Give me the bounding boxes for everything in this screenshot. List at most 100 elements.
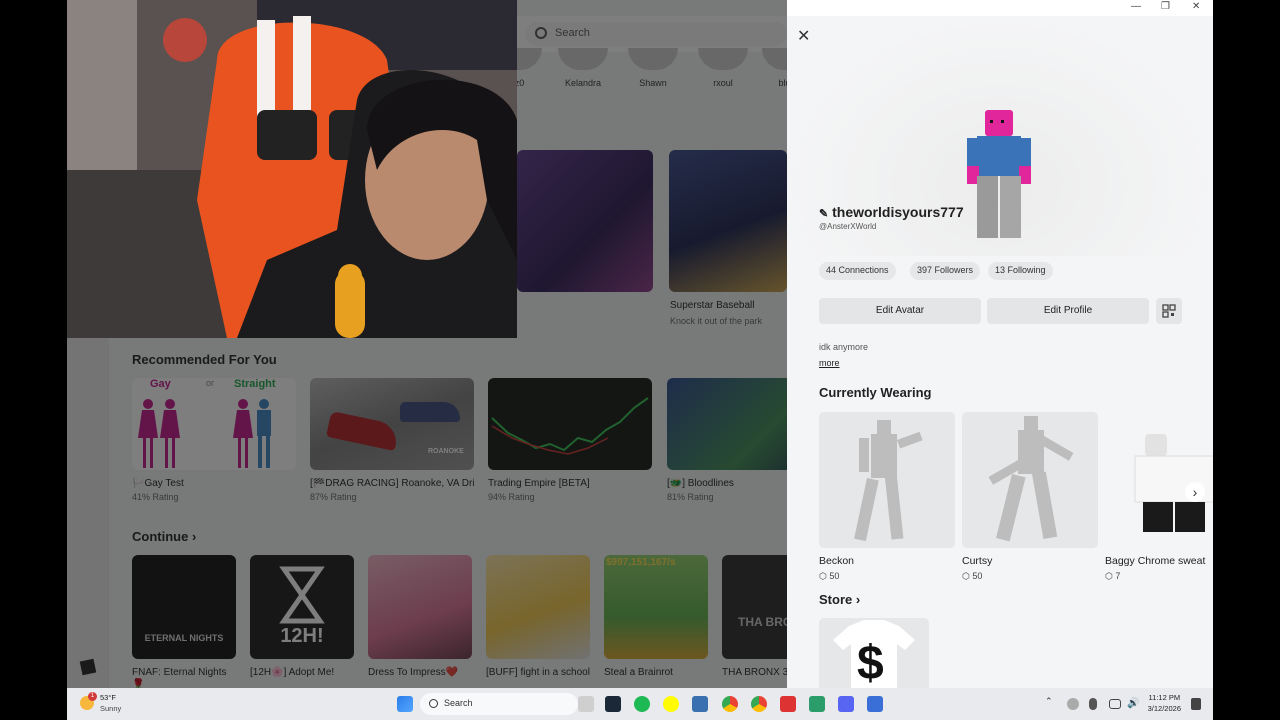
store-heading-label: Store [819, 592, 853, 607]
friend-name: rxoul [713, 78, 733, 88]
clock-date: 3/12/2026 [1147, 704, 1181, 713]
game-name: [BUFF] fight in a school [486, 667, 590, 678]
continue-card[interactable]: 12H! [12H🌸] Adopt Me! [250, 555, 354, 679]
search-icon [429, 699, 438, 708]
store-item[interactable]: $ [819, 618, 929, 688]
thumb-car [326, 411, 400, 451]
store-item-glyph: $ [857, 637, 884, 688]
continue-card[interactable]: ETERNAL NIGHTS FNAF: Eternal Nights 🌹 [132, 555, 236, 688]
steam-icon[interactable] [605, 696, 621, 712]
friend-name: Shawn [639, 78, 667, 88]
featured-game-tile[interactable] [517, 150, 653, 292]
calculator-icon[interactable] [692, 696, 708, 712]
recommended-heading: Recommended For You [132, 352, 277, 367]
currently-wearing-heading: Currently Wearing [819, 385, 932, 400]
snapchat-icon[interactable] [663, 696, 679, 712]
item-price-value: 50 [829, 571, 840, 581]
spotify-icon[interactable] [634, 696, 650, 712]
game-card[interactable]: Trading Empire [BETA] 94% Rating [488, 378, 652, 502]
friend-avatar [558, 48, 608, 70]
featured-game-subtitle: Knock it out of the park [670, 316, 763, 326]
bio-more-link[interactable]: more [819, 358, 840, 368]
network-icon[interactable] [1109, 699, 1121, 709]
edit-profile-button[interactable]: Edit Profile [987, 298, 1149, 324]
desktop-screen: Search ez0 Kelandra Shawn rxoul blue Sup… [0, 0, 1280, 720]
robux-icon: ⬡ [962, 571, 970, 581]
profile-username: ✎ theworldisyours777 [819, 204, 964, 220]
taskbar-clock[interactable]: 11:12 PM 3/12/2026 [1148, 692, 1181, 714]
game-card[interactable]: Gay or Straight 🏳️Gay Test 41% Rating [132, 378, 296, 502]
game-thumbnail [488, 378, 652, 470]
start-button[interactable] [397, 696, 413, 712]
maximize-button[interactable]: ❐ [1161, 1, 1170, 12]
avatar-figure [967, 110, 1031, 238]
continue-card[interactable]: [BUFF] fight in a school [486, 555, 590, 679]
continue-heading[interactable]: Continue › [132, 529, 196, 544]
game-thumbnail: ETERNAL NIGHTS [132, 555, 236, 659]
item-price: ⬡ 7 [1105, 571, 1213, 582]
app-icon[interactable] [809, 696, 825, 712]
emote-silhouette [854, 420, 923, 542]
pencil-icon[interactable]: ✎ [819, 208, 828, 220]
item-price: ⬡ 50 [819, 571, 955, 582]
webcam-image [67, 0, 517, 338]
friend-name: Kelandra [564, 78, 602, 88]
friend-item[interactable]: rxoul [693, 48, 753, 88]
wearing-item[interactable]: Curtsy ⬡ 50 [962, 412, 1098, 582]
item-name: Baggy Chrome sweat [1105, 555, 1206, 567]
connections-row: ez0 Kelandra Shawn rxoul blue [487, 48, 812, 88]
minimize-button[interactable]: — [1131, 1, 1141, 12]
game-name: Dress To Impress❤️ [368, 667, 459, 678]
continue-card[interactable]: Dress To Impress❤️ [368, 555, 472, 679]
connections-pill[interactable]: 44 Connections [819, 262, 896, 280]
game-rating: 41% Rating [132, 492, 179, 502]
carousel-next-button[interactable]: › [1185, 482, 1205, 502]
sync-icon[interactable] [1067, 698, 1079, 710]
discord-icon[interactable] [838, 696, 854, 712]
weather-temp: 53°F [100, 693, 116, 702]
roblox-taskbar-icon[interactable] [867, 696, 883, 712]
edit-avatar-button[interactable]: Edit Avatar [819, 298, 981, 324]
search-input[interactable]: Search [525, 22, 787, 46]
item-name: Curtsy [962, 555, 993, 567]
notification-bell-icon[interactable] [1191, 698, 1201, 710]
close-icon[interactable]: ✕ [797, 26, 810, 46]
game-thumbnail [368, 555, 472, 659]
avatar-stage [787, 16, 1213, 256]
task-view-icon[interactable] [578, 696, 594, 712]
item-price-value: 50 [972, 571, 983, 581]
wearing-item[interactable]: › Baggy Chrome sweat ⬡ 7 [1105, 412, 1213, 582]
game-card[interactable]: ROANOKE [🏁DRAG RACING] Roanoke, VA Dri..… [310, 378, 474, 502]
chevron-up-icon[interactable]: ⌃ [1045, 696, 1055, 712]
username-text: theworldisyours777 [832, 204, 964, 220]
featured-game-tile[interactable] [669, 150, 787, 292]
qr-code-button[interactable] [1156, 298, 1182, 324]
app-icon[interactable] [780, 696, 796, 712]
game-name: [🏁DRAG RACING] Roanoke, VA Dri... [310, 478, 474, 489]
window-controls: — ❐ ✕ [787, 0, 1213, 16]
friend-item[interactable]: Shawn [623, 48, 683, 88]
sweatpants-render [1134, 434, 1213, 532]
friend-item[interactable]: Kelandra [553, 48, 613, 88]
continue-card[interactable]: $997,151,167/s Steal a Brainrot [604, 555, 708, 679]
close-window-button[interactable]: ✕ [1192, 1, 1200, 12]
game-rating: 87% Rating [310, 492, 357, 502]
store-heading[interactable]: Store › [819, 592, 860, 607]
game-thumbnail: 12H! [250, 555, 354, 659]
wearing-item[interactable]: Beckon ⬡ 50 [819, 412, 955, 582]
game-name: [12H🌸] Adopt Me! [250, 667, 335, 678]
followers-pill[interactable]: 397 Followers [910, 262, 981, 280]
hourglass-icon [279, 566, 325, 624]
volume-icon[interactable]: 🔊 [1127, 698, 1139, 710]
microphone-icon[interactable] [1089, 698, 1097, 710]
app-sidebar [67, 338, 109, 688]
game-name: Steal a Brainrot [604, 667, 673, 678]
taskbar-search[interactable]: Search [420, 693, 578, 715]
roblox-logo-icon[interactable] [79, 658, 97, 676]
chrome-icon[interactable] [722, 696, 738, 712]
following-pill[interactable]: 13 Following [988, 262, 1053, 280]
continue-heading-label: Continue [132, 529, 189, 544]
chrome-profile-icon[interactable] [751, 696, 767, 712]
chevron-right-icon: › [855, 592, 861, 607]
game-thumbnail: $997,151,167/s [604, 555, 708, 659]
